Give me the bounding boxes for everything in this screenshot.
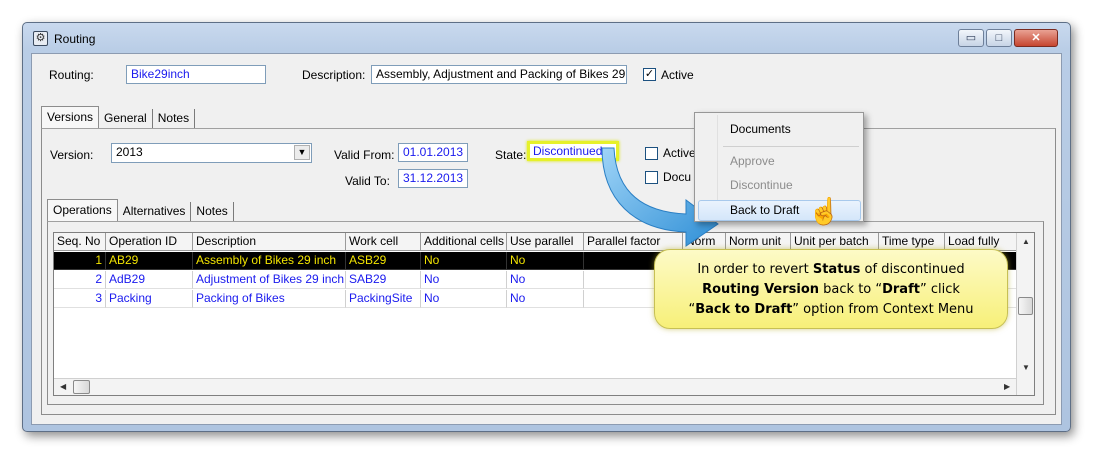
callout-text: ” click: [919, 282, 960, 297]
description-label: Description:: [302, 68, 366, 82]
cell-work-cell: PackingSite: [346, 290, 421, 308]
description-field[interactable]: Assembly, Adjustment and Packing of Bike…: [371, 65, 627, 84]
vertical-scroll-thumb[interactable]: [1018, 297, 1033, 315]
cell-additional-cells: No: [421, 271, 507, 289]
top-tabs: Versions General Notes: [41, 106, 196, 128]
close-button[interactable]: ✕: [1014, 29, 1058, 47]
window-title: Routing: [54, 32, 96, 46]
cell-seq-no: 3: [54, 290, 106, 308]
col-additional-cells[interactable]: Additional cells: [421, 233, 507, 251]
col-work-cell[interactable]: Work cell: [346, 233, 421, 251]
cell-additional-cells: No: [421, 252, 507, 270]
cell-description: Adjustment of Bikes 29 inch: [193, 271, 346, 289]
menu-item-back-to-draft[interactable]: Back to Draft: [730, 203, 799, 217]
valid-from-field[interactable]: 01.01.2013: [398, 143, 468, 162]
inner-tabs: Operations Alternatives Notes: [47, 199, 234, 221]
grid-horizontal-scrollbar[interactable]: ◀ ▶: [54, 378, 1016, 395]
valid-from-label: Valid From:: [334, 148, 395, 162]
routing-field[interactable]: Bike29inch: [126, 65, 266, 84]
chevron-down-icon[interactable]: ▼: [294, 145, 310, 160]
tab-inner-notes[interactable]: Notes: [191, 202, 234, 221]
cell-description: Packing of Bikes: [193, 290, 346, 308]
minimize-button[interactable]: ▭: [958, 29, 984, 47]
tab-versions[interactable]: Versions: [41, 106, 100, 128]
cell-work-cell: ASB29: [346, 252, 421, 270]
callout-text: In order to revert: [697, 262, 813, 277]
scroll-up-icon[interactable]: ▲: [1022, 237, 1030, 246]
state-label: State:: [495, 148, 527, 162]
menu-separator: [723, 146, 859, 147]
tab-alternatives[interactable]: Alternatives: [117, 202, 192, 221]
cell-work-cell: SAB29: [346, 271, 421, 289]
callout-line-1: In order to revert Status of discontinue…: [655, 260, 1007, 280]
cell-operation-id: AB29: [106, 252, 193, 270]
col-use-parallel[interactable]: Use parallel: [507, 233, 584, 251]
callout-line-2: Routing Version back to “Draft” click: [655, 280, 1007, 300]
menu-item-approve[interactable]: Approve: [730, 154, 775, 168]
routing-app-icon: ⚙: [33, 31, 48, 46]
callout-bold: Draft: [882, 282, 920, 297]
maximize-button[interactable]: □: [986, 29, 1012, 47]
instruction-callout: In order to revert Status of discontinue…: [654, 249, 1008, 329]
col-description[interactable]: Description: [193, 233, 346, 251]
tab-general[interactable]: General: [99, 109, 153, 128]
title-bar[interactable]: ⚙ Routing ▭ □ ✕: [23, 23, 1070, 51]
cell-seq-no: 1: [54, 252, 106, 270]
active-checkbox[interactable]: ✓: [643, 68, 656, 81]
cell-operation-id: AdB29: [106, 271, 193, 289]
cell-use-parallel: No: [507, 252, 584, 270]
cell-seq-no: 2: [54, 271, 106, 289]
callout-text: of discontinued: [860, 262, 965, 277]
callout-text: ” option from Context Menu: [792, 302, 974, 317]
cell-use-parallel: No: [507, 290, 584, 308]
cell-use-parallel: No: [507, 271, 584, 289]
scroll-down-icon[interactable]: ▼: [1022, 363, 1030, 372]
callout-line-3: “Back to Draft” option from Context Menu: [655, 300, 1007, 320]
version-combo[interactable]: 2013 ▼: [111, 143, 312, 163]
horizontal-scroll-thumb[interactable]: [73, 380, 90, 394]
cell-operation-id: Packing: [106, 290, 193, 308]
callout-bold: Back to Draft: [695, 302, 793, 317]
menu-item-discontinue[interactable]: Discontinue: [730, 178, 793, 192]
routing-label: Routing:: [49, 68, 94, 82]
callout-bold: Routing Version: [702, 282, 820, 297]
valid-to-field[interactable]: 31.12.2013: [398, 169, 468, 188]
tab-notes[interactable]: Notes: [152, 109, 196, 128]
version-label: Version:: [50, 148, 94, 162]
version-value: 2013: [116, 145, 143, 159]
active-label: Active: [661, 68, 694, 82]
hand-cursor-icon: ☝: [808, 196, 841, 226]
scroll-left-icon[interactable]: ◀: [60, 382, 66, 391]
valid-to-label: Valid To:: [345, 174, 390, 188]
callout-bold: Status: [812, 262, 861, 277]
tab-operations[interactable]: Operations: [47, 199, 118, 221]
col-seq-no[interactable]: Seq. No: [54, 233, 106, 251]
cell-additional-cells: No: [421, 290, 507, 308]
cell-description: Assembly of Bikes 29 inch: [193, 252, 346, 270]
col-operation-id[interactable]: Operation ID: [106, 233, 193, 251]
scroll-right-icon[interactable]: ▶: [1004, 382, 1010, 391]
menu-item-documents[interactable]: Documents: [730, 122, 791, 136]
callout-text: back to “: [819, 282, 883, 297]
grid-vertical-scrollbar[interactable]: ▲ ▼: [1016, 233, 1034, 395]
